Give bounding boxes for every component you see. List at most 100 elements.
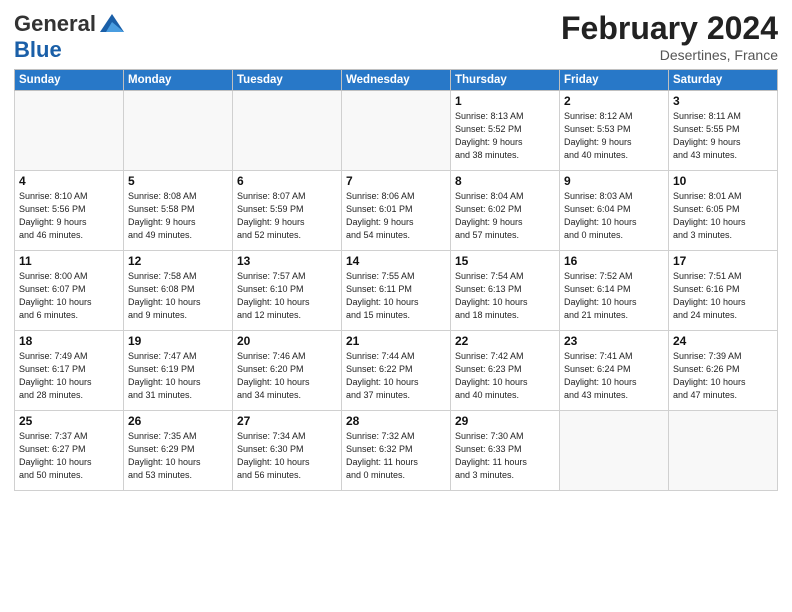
calendar-cell xyxy=(669,411,778,491)
day-number: 17 xyxy=(673,254,773,268)
day-info: Sunrise: 8:07 AMSunset: 5:59 PMDaylight:… xyxy=(237,190,337,242)
page: General Blue February 2024 Desertines, F… xyxy=(0,0,792,501)
day-number: 11 xyxy=(19,254,119,268)
calendar-cell: 16Sunrise: 7:52 AMSunset: 6:14 PMDayligh… xyxy=(560,251,669,331)
calendar-cell: 6 Sunrise: 8:07 AMSunset: 5:59 PMDaylight… xyxy=(233,171,342,251)
day-number: 16 xyxy=(564,254,664,268)
calendar-cell: 10 Sunrise: 8:01 AMSunset: 6:05 PMDayligh… xyxy=(669,171,778,251)
day-number: 12 xyxy=(128,254,228,268)
day-info: Sunrise: 7:49 AMSunset: 6:17 PMDaylight:… xyxy=(19,350,119,402)
title-block: February 2024 Desertines, France xyxy=(561,10,778,63)
logo-blue-text: Blue xyxy=(14,38,126,62)
day-number: 14 xyxy=(346,254,446,268)
day-number: 15 xyxy=(455,254,555,268)
col-header-sunday: Sunday xyxy=(15,70,124,91)
day-number: 3 xyxy=(673,94,773,108)
day-info: Sunrise: 7:46 AMSunset: 6:20 PMDaylight:… xyxy=(237,350,337,402)
day-info: Sunrise: 7:55 AMSunset: 6:11 PMDaylight:… xyxy=(346,270,446,322)
day-number: 6 xyxy=(237,174,337,188)
logo: General Blue xyxy=(14,10,126,62)
calendar-cell: 26 Sunrise: 7:35 AMSunset: 6:29 PMDayligh… xyxy=(124,411,233,491)
day-info: Sunrise: 8:06 AMSunset: 6:01 PMDaylight:… xyxy=(346,190,446,242)
col-header-monday: Monday xyxy=(124,70,233,91)
calendar-cell: 14 Sunrise: 7:55 AMSunset: 6:11 PMDayligh… xyxy=(342,251,451,331)
day-number: 28 xyxy=(346,414,446,428)
calendar-cell: 2 Sunrise: 8:12 AMSunset: 5:53 PMDaylight… xyxy=(560,91,669,171)
day-number: 19 xyxy=(128,334,228,348)
day-info: Sunrise: 7:32 AMSunset: 6:32 PMDaylight:… xyxy=(346,430,446,482)
week-row-1: 4 Sunrise: 8:10 AMSunset: 5:56 PMDaylight… xyxy=(15,171,778,251)
day-number: 29 xyxy=(455,414,555,428)
calendar-cell: 9 Sunrise: 8:03 AMSunset: 6:04 PMDaylight… xyxy=(560,171,669,251)
day-number: 26 xyxy=(128,414,228,428)
day-info: Sunrise: 7:58 AMSunset: 6:08 PMDaylight:… xyxy=(128,270,228,322)
col-header-tuesday: Tuesday xyxy=(233,70,342,91)
day-info: Sunrise: 7:54 AMSunset: 6:13 PMDaylight:… xyxy=(455,270,555,322)
day-info: Sunrise: 8:04 AMSunset: 6:02 PMDaylight:… xyxy=(455,190,555,242)
calendar-cell: 13 Sunrise: 7:57 AMSunset: 6:10 PMDayligh… xyxy=(233,251,342,331)
day-info: Sunrise: 8:12 AMSunset: 5:53 PMDaylight:… xyxy=(564,110,664,162)
col-header-wednesday: Wednesday xyxy=(342,70,451,91)
week-row-4: 25 Sunrise: 7:37 AMSunset: 6:27 PMDayligh… xyxy=(15,411,778,491)
day-info: Sunrise: 8:13 AMSunset: 5:52 PMDaylight:… xyxy=(455,110,555,162)
calendar-cell xyxy=(233,91,342,171)
day-number: 5 xyxy=(128,174,228,188)
day-info: Sunrise: 7:34 AMSunset: 6:30 PMDaylight:… xyxy=(237,430,337,482)
col-header-thursday: Thursday xyxy=(451,70,560,91)
day-info: Sunrise: 8:03 AMSunset: 6:04 PMDaylight:… xyxy=(564,190,664,242)
calendar-cell: 7 Sunrise: 8:06 AMSunset: 6:01 PMDaylight… xyxy=(342,171,451,251)
day-number: 2 xyxy=(564,94,664,108)
day-info: Sunrise: 7:42 AMSunset: 6:23 PMDaylight:… xyxy=(455,350,555,402)
day-number: 10 xyxy=(673,174,773,188)
day-number: 9 xyxy=(564,174,664,188)
logo-icon xyxy=(98,10,126,38)
calendar-cell: 15 Sunrise: 7:54 AMSunset: 6:13 PMDayligh… xyxy=(451,251,560,331)
week-row-3: 18 Sunrise: 7:49 AMSunset: 6:17 PMDayligh… xyxy=(15,331,778,411)
calendar-cell: 28 Sunrise: 7:32 AMSunset: 6:32 PMDayligh… xyxy=(342,411,451,491)
calendar-cell: 29Sunrise: 7:30 AMSunset: 6:33 PMDayligh… xyxy=(451,411,560,491)
day-number: 24 xyxy=(673,334,773,348)
day-info: Sunrise: 8:11 AMSunset: 5:55 PMDaylight:… xyxy=(673,110,773,162)
calendar-cell: 1 Sunrise: 8:13 AMSunset: 5:52 PMDaylight… xyxy=(451,91,560,171)
calendar-cell: 11 Sunrise: 8:00 AMSunset: 6:07 PMDayligh… xyxy=(15,251,124,331)
day-number: 21 xyxy=(346,334,446,348)
calendar-cell xyxy=(342,91,451,171)
day-info: Sunrise: 7:37 AMSunset: 6:27 PMDaylight:… xyxy=(19,430,119,482)
day-number: 23 xyxy=(564,334,664,348)
calendar-cell: 18 Sunrise: 7:49 AMSunset: 6:17 PMDayligh… xyxy=(15,331,124,411)
week-row-0: 1 Sunrise: 8:13 AMSunset: 5:52 PMDaylight… xyxy=(15,91,778,171)
calendar-table: SundayMondayTuesdayWednesdayThursdayFrid… xyxy=(14,69,778,491)
calendar-cell: 8Sunrise: 8:04 AMSunset: 6:02 PMDaylight… xyxy=(451,171,560,251)
calendar-cell: 12 Sunrise: 7:58 AMSunset: 6:08 PMDayligh… xyxy=(124,251,233,331)
day-info: Sunrise: 7:44 AMSunset: 6:22 PMDaylight:… xyxy=(346,350,446,402)
calendar-cell: 23Sunrise: 7:41 AMSunset: 6:24 PMDayligh… xyxy=(560,331,669,411)
calendar-cell: 22 Sunrise: 7:42 AMSunset: 6:23 PMDayligh… xyxy=(451,331,560,411)
day-number: 13 xyxy=(237,254,337,268)
day-info: Sunrise: 8:01 AMSunset: 6:05 PMDaylight:… xyxy=(673,190,773,242)
day-number: 25 xyxy=(19,414,119,428)
day-info: Sunrise: 8:00 AMSunset: 6:07 PMDaylight:… xyxy=(19,270,119,322)
location: Desertines, France xyxy=(561,47,778,63)
col-header-saturday: Saturday xyxy=(669,70,778,91)
day-number: 1 xyxy=(455,94,555,108)
day-info: Sunrise: 7:57 AMSunset: 6:10 PMDaylight:… xyxy=(237,270,337,322)
col-header-friday: Friday xyxy=(560,70,669,91)
calendar-cell: 19Sunrise: 7:47 AMSunset: 6:19 PMDayligh… xyxy=(124,331,233,411)
calendar-cell xyxy=(124,91,233,171)
day-info: Sunrise: 7:51 AMSunset: 6:16 PMDaylight:… xyxy=(673,270,773,322)
day-number: 4 xyxy=(19,174,119,188)
calendar-cell: 5Sunrise: 8:08 AMSunset: 5:58 PMDaylight… xyxy=(124,171,233,251)
logo-general-text: General xyxy=(14,12,96,36)
calendar-cell: 20Sunrise: 7:46 AMSunset: 6:20 PMDayligh… xyxy=(233,331,342,411)
day-info: Sunrise: 8:10 AMSunset: 5:56 PMDaylight:… xyxy=(19,190,119,242)
calendar-cell: 24 Sunrise: 7:39 AMSunset: 6:26 PMDayligh… xyxy=(669,331,778,411)
day-number: 22 xyxy=(455,334,555,348)
day-info: Sunrise: 7:39 AMSunset: 6:26 PMDaylight:… xyxy=(673,350,773,402)
calendar-cell xyxy=(560,411,669,491)
day-number: 7 xyxy=(346,174,446,188)
calendar-cell: 25 Sunrise: 7:37 AMSunset: 6:27 PMDayligh… xyxy=(15,411,124,491)
week-row-2: 11 Sunrise: 8:00 AMSunset: 6:07 PMDayligh… xyxy=(15,251,778,331)
day-info: Sunrise: 7:35 AMSunset: 6:29 PMDaylight:… xyxy=(128,430,228,482)
day-number: 18 xyxy=(19,334,119,348)
calendar-cell: 21 Sunrise: 7:44 AMSunset: 6:22 PMDayligh… xyxy=(342,331,451,411)
